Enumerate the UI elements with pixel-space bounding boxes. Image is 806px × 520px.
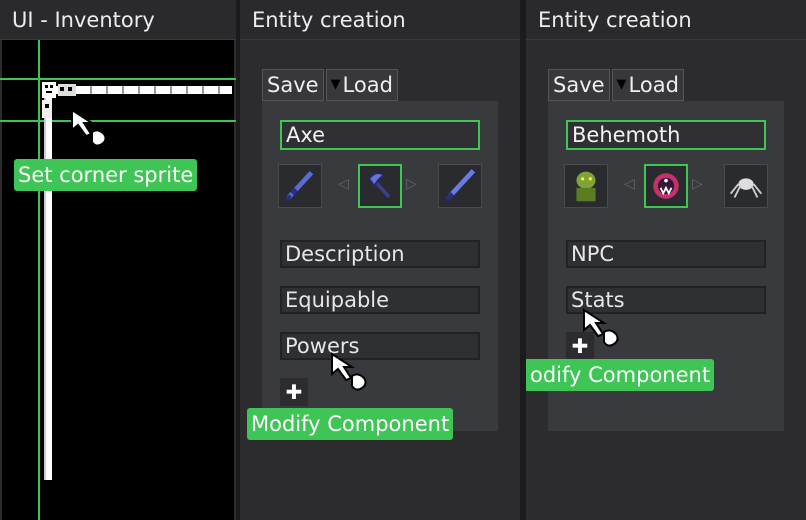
mouse-cursor-icon: [71, 108, 107, 147]
component-equipable[interactable]: Equipable: [280, 286, 480, 314]
guide-line-bottom: [0, 120, 236, 122]
entity-creation-title: Entity creation: [240, 0, 520, 40]
entity-creation-behemoth-panel: Entity creation Save ▼ Load Behemoth ◁ ▷: [526, 0, 806, 520]
behemoth-icon[interactable]: [644, 164, 688, 208]
load-button-label: Load: [628, 73, 679, 97]
modify-component-tooltip: Modify Component: [247, 408, 454, 440]
save-button[interactable]: Save: [262, 69, 324, 101]
component-powers[interactable]: Powers: [280, 332, 480, 360]
guide-line-top: [0, 78, 236, 80]
load-button-label: Load: [342, 73, 393, 97]
sword-icon[interactable]: [278, 164, 322, 208]
dropdown-arrow-icon: ▼: [616, 77, 627, 92]
mouse-cursor-icon: [583, 308, 619, 347]
blade-icon[interactable]: [438, 164, 482, 208]
inventory-title: UI - Inventory: [0, 0, 236, 40]
next-sprite-arrow-icon[interactable]: ▷: [406, 176, 417, 192]
previous-sprite-arrow-icon[interactable]: ◁: [624, 176, 635, 192]
frame-left-border: [44, 90, 52, 480]
modify-component-tooltip: odify Component: [526, 359, 715, 391]
sprite-selector: ◁ ▷: [564, 164, 770, 208]
previous-sprite-arrow-icon[interactable]: ◁: [338, 176, 349, 192]
goblin-icon[interactable]: [564, 164, 608, 208]
sprite-selector: ◁ ▷: [278, 164, 484, 208]
plus-icon: ✚: [285, 380, 303, 404]
mouse-cursor-icon: [331, 352, 367, 391]
set-corner-sprite-tooltip: Set corner sprite: [14, 159, 198, 191]
entity-toolbar: Save ▼ Load: [548, 69, 684, 101]
inventory-canvas[interactable]: [2, 40, 234, 520]
entity-name-input[interactable]: Axe: [280, 120, 480, 150]
axe-icon[interactable]: [358, 164, 402, 208]
entity-toolbar: Save ▼ Load: [262, 69, 398, 101]
entity-creation-axe-panel: Entity creation Save ▼ Load Axe ◁ ▷ Desc…: [240, 0, 520, 520]
spider-icon[interactable]: [724, 164, 768, 208]
load-button[interactable]: ▼ Load: [611, 69, 684, 101]
load-button[interactable]: ▼ Load: [325, 69, 398, 101]
entity-body: Axe ◁ ▷ Description Equipable Powers ✚: [262, 101, 498, 431]
dropdown-arrow-icon: ▼: [330, 77, 341, 92]
entity-name-input[interactable]: Behemoth: [566, 120, 766, 150]
entity-creation-title: Entity creation: [526, 0, 806, 40]
component-description[interactable]: Description: [280, 240, 480, 268]
add-component-button[interactable]: ✚: [280, 378, 308, 406]
next-sprite-arrow-icon[interactable]: ▷: [692, 176, 703, 192]
save-button[interactable]: Save: [548, 69, 610, 101]
inventory-panel: UI - Inventory Set corner sprite: [0, 0, 236, 520]
component-npc[interactable]: NPC: [566, 240, 766, 268]
